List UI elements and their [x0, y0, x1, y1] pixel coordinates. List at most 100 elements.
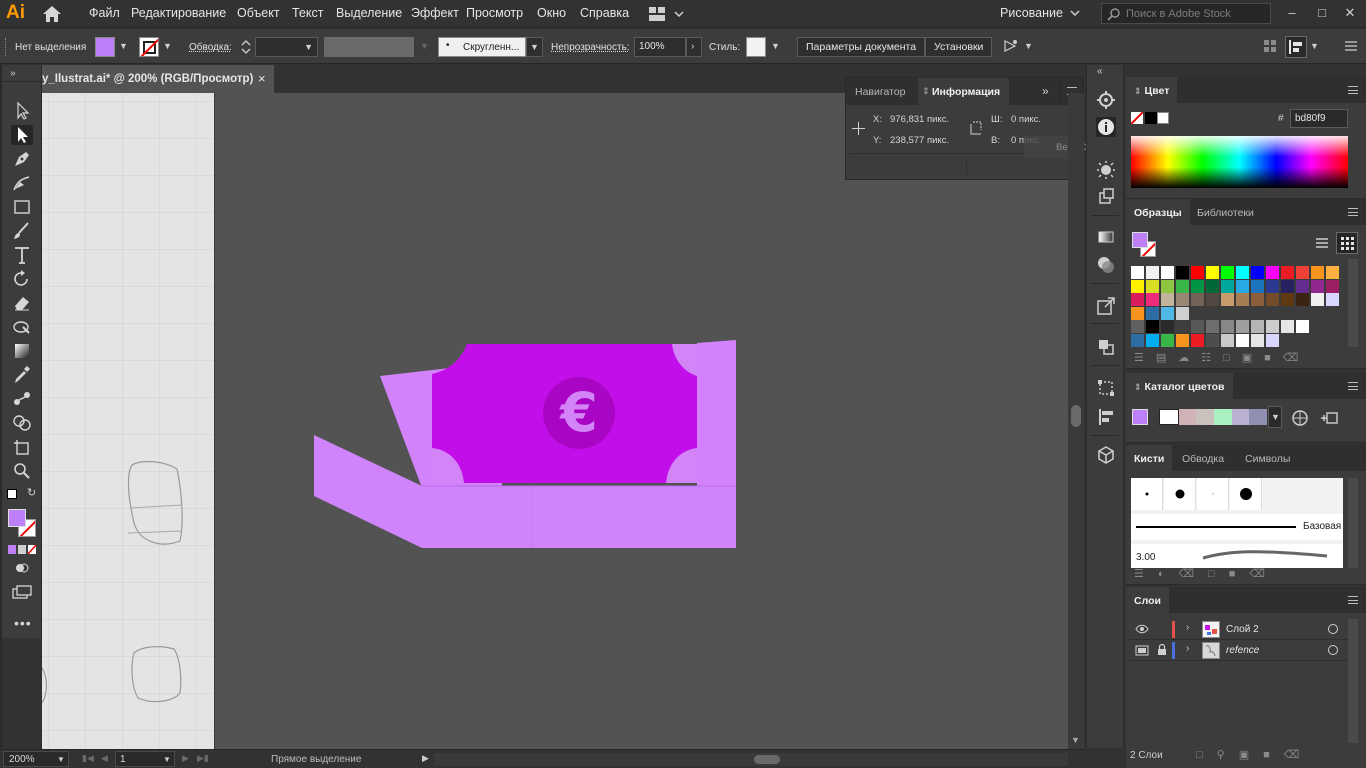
- brush-library[interactable]: Базовая 3.00: [1131, 478, 1343, 568]
- color-swatch[interactable]: [1191, 293, 1204, 306]
- color-swatch[interactable]: [1311, 293, 1324, 306]
- first-artboard-icon[interactable]: ▮◀: [82, 753, 94, 764]
- list-view-icon[interactable]: [1313, 234, 1331, 252]
- menu-object[interactable]: Объект: [237, 6, 280, 20]
- menu-help[interactable]: Справка: [580, 6, 629, 20]
- color-swatch[interactable]: [1296, 266, 1309, 279]
- tab-color-guide[interactable]: ⇕ Каталог цветов: [1126, 373, 1233, 399]
- color-swatch[interactable]: [1176, 306, 1189, 320]
- tab-brushes[interactable]: Кисти: [1126, 445, 1173, 471]
- current-tool-status[interactable]: Прямое выделение: [271, 754, 361, 765]
- color-swatch[interactable]: [1176, 320, 1189, 333]
- opacity-label[interactable]: Непрозрачность:: [551, 42, 630, 53]
- base-color-swatch[interactable]: [1132, 409, 1148, 425]
- color-swatch[interactable]: [1326, 293, 1339, 306]
- asset-export-icon[interactable]: [1096, 187, 1116, 207]
- chevron-down-icon[interactable]: [1070, 8, 1080, 18]
- collapse-dock-icon[interactable]: «: [1097, 66, 1103, 77]
- stroke-chevron-icon[interactable]: ▼: [163, 41, 172, 51]
- color-swatch[interactable]: [1206, 279, 1219, 293]
- info-icon[interactable]: [1096, 117, 1116, 137]
- color-swatch[interactable]: [1131, 279, 1144, 293]
- edit-toolbar-icon[interactable]: •••: [14, 615, 32, 631]
- color-swatch[interactable]: [1131, 320, 1144, 333]
- color-swatch[interactable]: [1251, 320, 1264, 333]
- color-swatch[interactable]: [1176, 279, 1189, 293]
- color-swatch[interactable]: [1146, 306, 1159, 320]
- direct-selection-tool-icon[interactable]: [11, 125, 33, 145]
- color-swatch[interactable]: [1146, 279, 1159, 293]
- color-swatch[interactable]: [1206, 266, 1219, 279]
- color-swatch[interactable]: [1191, 279, 1204, 293]
- color-swatch[interactable]: [1251, 279, 1264, 293]
- eraser-tool-icon[interactable]: [11, 293, 33, 313]
- export-icon[interactable]: [1096, 296, 1116, 316]
- selection-tool-icon[interactable]: [11, 101, 33, 121]
- color-swatch[interactable]: [1281, 279, 1294, 293]
- toolbar-grip[interactable]: [2, 81, 41, 87]
- color-swatch[interactable]: [1176, 293, 1189, 306]
- rectangle-tool-icon[interactable]: [11, 197, 33, 217]
- opacity-expand-icon[interactable]: ›: [686, 37, 702, 57]
- transform-icon[interactable]: [1096, 378, 1116, 398]
- swatches-scrollbar[interactable]: [1348, 259, 1358, 347]
- next-artboard-icon[interactable]: ▶: [182, 753, 189, 764]
- preferences-button[interactable]: Установки: [925, 37, 993, 57]
- color-swatch[interactable]: [1161, 293, 1174, 306]
- tab-info[interactable]: Информация: [932, 86, 1000, 98]
- gradient-tool-icon[interactable]: [11, 341, 33, 361]
- color-swatch[interactable]: [1221, 333, 1234, 347]
- expand-layer-icon[interactable]: ›: [1186, 622, 1189, 633]
- collapse-panel-icon[interactable]: »: [1042, 84, 1049, 98]
- color-swatch[interactable]: [1221, 293, 1234, 306]
- color-swatch[interactable]: [1206, 320, 1219, 333]
- color-swatch[interactable]: [1131, 266, 1144, 279]
- curvature-tool-icon[interactable]: [11, 173, 33, 193]
- chevron-down-icon[interactable]: ▼: [1310, 41, 1319, 51]
- color-swatch[interactable]: [1296, 320, 1309, 333]
- puppet-warp-icon[interactable]: [1001, 38, 1021, 56]
- layer-name[interactable]: refence: [1226, 645, 1259, 656]
- close-tab-icon[interactable]: ×: [258, 71, 266, 86]
- style-chevron-icon[interactable]: ▼: [771, 41, 780, 51]
- arrange-icon[interactable]: [1262, 38, 1278, 54]
- status-menu-icon[interactable]: ▶: [422, 753, 429, 764]
- color-swatch[interactable]: [1326, 279, 1339, 293]
- minimize-icon[interactable]: –: [1283, 4, 1301, 22]
- brush-definition[interactable]: • Скругленн...: [438, 37, 526, 57]
- zoom-tool-icon[interactable]: [11, 461, 33, 481]
- color-swatch[interactable]: [1236, 333, 1249, 347]
- color-swatch[interactable]: [1281, 320, 1294, 333]
- color-swatch[interactable]: [1191, 266, 1204, 279]
- menu-window[interactable]: Окно: [537, 6, 566, 20]
- brush-dot-faint[interactable]: [1197, 478, 1229, 510]
- 3d-icon[interactable]: [1096, 445, 1116, 465]
- document-tab[interactable]: y_Ilustrat.ai* @ 200% (RGB/Просмотр) ×: [42, 65, 274, 93]
- brush-dot-medium[interactable]: [1164, 478, 1196, 510]
- color-swatch[interactable]: [1221, 266, 1234, 279]
- stroke-label[interactable]: Обводка:: [189, 42, 232, 53]
- brushes-footer-icons[interactable]: ☰◐⌫□■⌫: [1134, 567, 1279, 580]
- brush-basic[interactable]: Базовая: [1131, 514, 1343, 540]
- vertical-scrollbar[interactable]: ▼: [1068, 93, 1084, 749]
- menu-edit[interactable]: Редактирование: [131, 6, 226, 20]
- scroll-down-icon[interactable]: ▼: [1071, 735, 1080, 745]
- fill-chevron-icon[interactable]: ▼: [119, 41, 128, 51]
- template-icon[interactable]: [1135, 645, 1149, 656]
- artboard-tool-icon[interactable]: [11, 437, 33, 457]
- workspace-switcher[interactable]: Рисование: [1000, 6, 1063, 20]
- last-artboard-icon[interactable]: ▶▮: [197, 753, 209, 764]
- menu-view[interactable]: Просмотр: [466, 6, 523, 20]
- tab-layers[interactable]: Слои: [1126, 587, 1169, 613]
- close-icon[interactable]: ✕: [1341, 4, 1359, 22]
- default-colors-icon[interactable]: [7, 489, 17, 499]
- lock-icon[interactable]: [1157, 643, 1167, 656]
- chevron-down-icon[interactable]: ▼: [1024, 41, 1033, 51]
- home-icon[interactable]: [42, 5, 62, 23]
- profile-chevron-icon[interactable]: ▼: [420, 41, 429, 51]
- screen-mode-icon[interactable]: [12, 585, 32, 599]
- align-panel-icon[interactable]: [1285, 36, 1307, 58]
- recolor-artwork-icon[interactable]: [1291, 409, 1309, 427]
- pathfinder-icon[interactable]: [1096, 337, 1116, 357]
- harmony-colors[interactable]: [1159, 409, 1268, 425]
